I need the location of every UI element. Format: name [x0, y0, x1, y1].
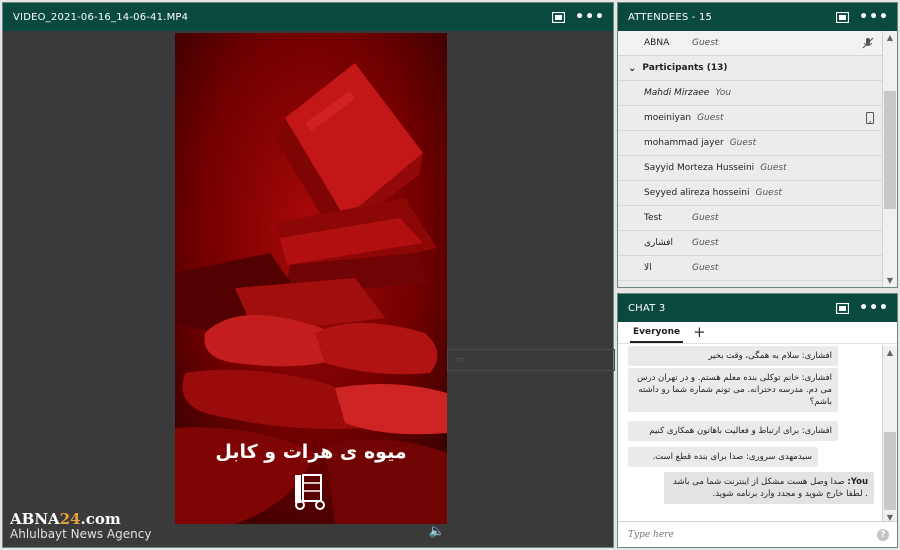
- abna-logo: ABNA24.com: [10, 510, 121, 528]
- video-pod-header: VIDEO_2021-06-16_14-06-41.MP4 •••: [3, 3, 613, 31]
- film-reel-icon: [291, 473, 329, 515]
- video-pod: VIDEO_2021-06-16_14-06-41.MP4 ••• میوه ی…: [2, 2, 615, 548]
- attendee-role: Guest: [755, 188, 782, 198]
- chat-message: افشاری: خانم توکلی بنده معلم هستم. و در …: [628, 368, 838, 412]
- chat-message-text: افشاری: برای ارتباط و فعالیت باهاتون همک…: [649, 426, 832, 436]
- video-player[interactable]: میوه ی هرات و کابل: [175, 33, 447, 524]
- video-pod-title: VIDEO_2021-06-16_14-06-41.MP4: [13, 11, 189, 23]
- attendee-name: mohammad jayer: [644, 138, 724, 148]
- chat-message-text: صدا وصل هست مشکل از اینترنت شما می باشد …: [673, 477, 868, 499]
- chevron-down-icon[interactable]: ⌄: [628, 63, 636, 74]
- more-options-icon[interactable]: •••: [575, 10, 605, 24]
- tab-everyone[interactable]: Everyone: [630, 327, 684, 343]
- chat-message-own: You: صدا وصل هست مشکل از اینترنت شما می …: [664, 472, 874, 504]
- attendee-name: Sayyid Morteza Husseini: [644, 163, 755, 173]
- chat-scrollbar[interactable]: ▲ ▼: [882, 346, 897, 524]
- chat-message-sender: You:: [847, 477, 868, 487]
- chat-messages: افشاری: سلام به همگی، وقت بخیر افشاری: خ…: [618, 346, 882, 524]
- speaker-icon[interactable]: 🔈: [429, 524, 445, 539]
- attendee-role: Guest: [697, 113, 724, 123]
- ghost-overlay-bar: ▭: [447, 349, 615, 371]
- scroll-up-arrow-icon[interactable]: ▲: [883, 348, 897, 357]
- attendee-role: Guest: [692, 263, 719, 273]
- attendee-name: ABNA: [644, 38, 670, 48]
- add-tab-icon[interactable]: +: [693, 323, 706, 343]
- help-icon[interactable]: ?: [877, 528, 889, 541]
- attendee-row[interactable]: افشاری Guest: [618, 231, 884, 256]
- chat-input-bar: ?: [618, 521, 897, 547]
- maximize-icon[interactable]: [836, 302, 850, 314]
- microphone-muted-icon[interactable]: [862, 37, 874, 52]
- attendee-role: Guest: [692, 213, 719, 223]
- attendee-name: Test: [644, 213, 662, 223]
- chat-message: سیدمهدی سروری: صدا برای بنده قطع است.: [628, 447, 818, 467]
- attendee-row[interactable]: moeiniyan Guest: [618, 106, 884, 131]
- more-options-icon[interactable]: •••: [859, 301, 889, 315]
- attendee-list: ABNA Guest ⌄ Participants (13) Mahdi Mir…: [618, 31, 884, 287]
- mobile-device-icon: [866, 112, 874, 127]
- attendee-role: Guest: [760, 163, 787, 173]
- attendee-name: افشاری: [644, 238, 673, 248]
- attendees-pod-title: ATTENDEES - 15: [628, 11, 713, 23]
- attendee-row[interactable]: Mahdi Mirzaee You: [618, 81, 884, 106]
- attendee-name: moeiniyan: [644, 113, 692, 123]
- more-options-icon[interactable]: •••: [859, 10, 889, 24]
- scroll-down-arrow-icon[interactable]: ▼: [883, 276, 897, 285]
- chat-message: افشاری: برای ارتباط و فعالیت باهاتون همک…: [628, 421, 838, 441]
- attendee-row[interactable]: Sayyid Morteza Husseini Guest: [618, 156, 884, 181]
- logo-suffix-text: .com: [80, 510, 121, 528]
- attendee-name: الا: [644, 263, 652, 273]
- chat-pod-header: CHAT 3 •••: [618, 294, 897, 322]
- chat-input[interactable]: [628, 529, 877, 540]
- attendees-pod: ATTENDEES - 15 ••• ABNA Guest ⌄ Particip…: [617, 2, 898, 288]
- chat-pod-title: CHAT 3: [628, 302, 666, 314]
- agency-name: Ahlulbayt News Agency: [10, 527, 152, 541]
- attendee-role: Guest: [692, 238, 719, 248]
- participants-group-label: Participants (13): [642, 63, 728, 73]
- logo-accent-text: 24: [59, 510, 81, 528]
- scroll-up-arrow-icon[interactable]: ▲: [883, 33, 897, 42]
- scrollbar-thumb[interactable]: [884, 91, 896, 209]
- logo-main-text: ABNA: [10, 510, 60, 528]
- participants-group-header[interactable]: ⌄ Participants (13): [618, 56, 884, 81]
- maximize-icon[interactable]: [552, 11, 566, 23]
- attendee-row[interactable]: Seyyed alireza hosseini Guest: [618, 181, 884, 206]
- chat-pod: CHAT 3 ••• Everyone + افشاری: سلام به هم…: [617, 293, 898, 548]
- attendee-name: Seyyed alireza hosseini: [644, 188, 750, 198]
- attendee-name: Mahdi Mirzaee: [644, 88, 710, 98]
- attendee-row-host[interactable]: ABNA Guest: [618, 31, 884, 56]
- scrollbar-thumb[interactable]: [884, 432, 896, 510]
- attendee-list-scrollbar[interactable]: ▲ ▼: [882, 31, 897, 287]
- attendee-role: Guest: [729, 138, 757, 148]
- video-caption: میوه ی هرات و کابل: [215, 441, 407, 463]
- attendee-row[interactable]: Test Guest: [618, 206, 884, 231]
- maximize-icon[interactable]: [836, 11, 850, 23]
- chat-tabs: Everyone +: [618, 322, 897, 344]
- attendee-role: Guest: [692, 38, 719, 48]
- attendee-row[interactable]: الا Guest: [618, 256, 884, 281]
- attendee-role: You: [715, 88, 732, 98]
- chat-message: افشاری: سلام به همگی، وقت بخیر: [628, 346, 838, 366]
- meeting-room: VIDEO_2021-06-16_14-06-41.MP4 ••• میوه ی…: [0, 0, 900, 550]
- chat-message-text: افشاری: سلام به همگی، وقت بخیر: [708, 351, 832, 361]
- ghost-overlay-icon: ▭: [456, 355, 465, 365]
- chat-message-text: سیدمهدی سروری: صدا برای بنده قطع است.: [652, 452, 812, 462]
- chat-message-text: افشاری: خانم توکلی بنده معلم هستم. و در …: [637, 373, 832, 407]
- attendees-pod-header: ATTENDEES - 15 •••: [618, 3, 897, 31]
- attendee-row[interactable]: mohammad jayer Guest: [618, 131, 884, 156]
